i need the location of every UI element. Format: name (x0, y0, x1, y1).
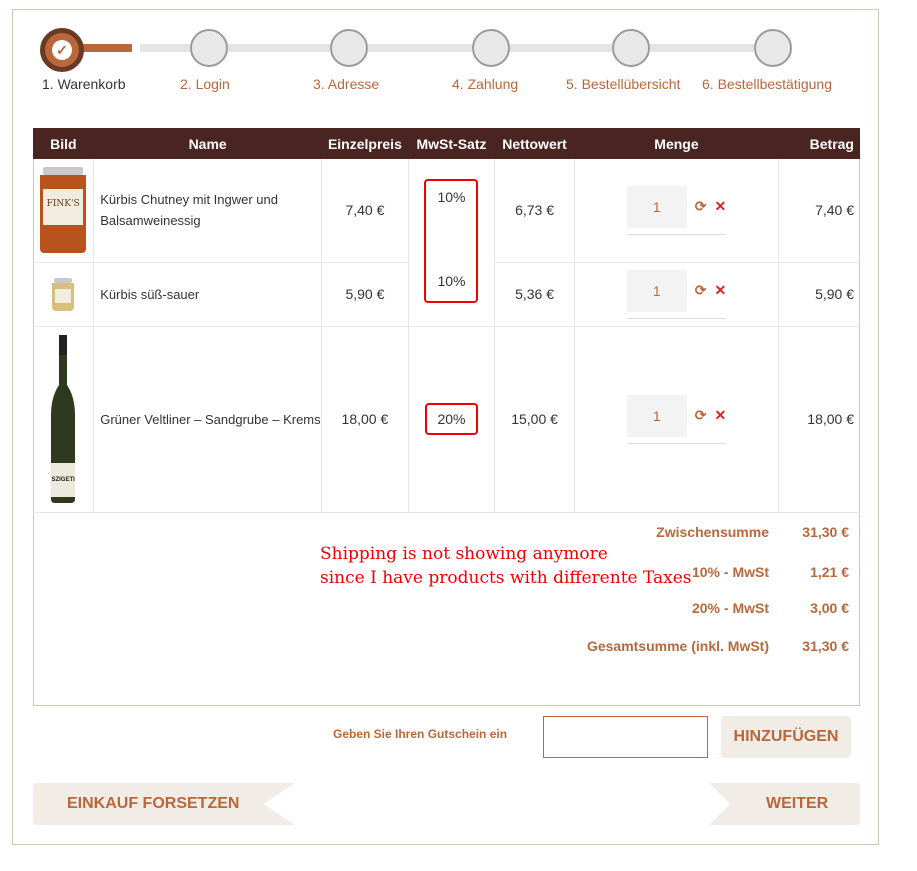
product-image-cell: SZIGETI (33, 326, 95, 513)
quantity-input[interactable] (626, 185, 687, 228)
next-label: WEITER (766, 795, 829, 812)
remove-icon[interactable]: ✕ (714, 198, 726, 215)
line-amount: 5,90 € (778, 262, 860, 327)
step-label-address[interactable]: 3. Adresse (313, 76, 379, 92)
tax-rate-cell: 20% (408, 326, 496, 513)
step-label-confirmation[interactable]: 6. Bestellbestätigung (702, 76, 832, 92)
net-value: 6,73 € (494, 159, 575, 263)
product-image-cell: FINK'S (33, 159, 95, 263)
step-label-login[interactable]: 2. Login (180, 76, 230, 92)
continue-shopping-label: EINKAUF FORSETZEN (67, 795, 240, 812)
tax-rate: 10% (437, 272, 466, 289)
quantity-cell: ⟳ ✕ (574, 326, 780, 513)
table-row: FINK'S Kürbis Chutney mit Ingwer und Bal… (33, 159, 860, 327)
tax20-value: 3,00 € (810, 600, 849, 616)
product-image-cell (33, 262, 95, 327)
col-header-tax-rate: MwSt-Satz (408, 128, 495, 159)
subtotal-label: Zwischensumme (656, 524, 769, 540)
table-row: SZIGETI Grüner Veltliner – Sandgrube – K… (33, 326, 860, 513)
product-image-wine[interactable]: SZIGETI (48, 335, 78, 503)
grand-total-label: Gesamtsumme (inkl. MwSt) (586, 638, 769, 654)
refresh-icon[interactable]: ⟳ (695, 407, 707, 424)
tax10-value: 1,21 € (810, 564, 849, 580)
jar-label-text: FINK'S (46, 199, 80, 210)
quantity-input[interactable] (626, 394, 687, 437)
line-amount: 7,40 € (778, 159, 860, 263)
step-3-circle[interactable] (330, 29, 368, 67)
tax10-label: 10% - MwSt (691, 564, 769, 580)
tax-highlight-box: 20% (425, 403, 478, 435)
col-header-name: Name (93, 128, 322, 159)
refresh-icon[interactable]: ⟳ (695, 198, 707, 215)
step-line (650, 44, 754, 52)
step-6-circle[interactable] (754, 29, 792, 67)
step-line (510, 44, 612, 52)
col-header-image: Bild (33, 128, 94, 159)
tax-rate: 20% (437, 411, 466, 427)
cart-table: Bild Name Einzelpreis MwSt-Satz Nettower… (33, 128, 860, 513)
tax-rate-cell: 10% 10% (408, 159, 496, 327)
step-5-circle[interactable] (612, 29, 650, 67)
step-line (368, 44, 472, 52)
product-name[interactable]: Grüner Veltliner – Sandgrube – Krems (93, 326, 323, 513)
col-header-amount: Betrag (778, 128, 860, 159)
coupon-input[interactable] (543, 716, 708, 758)
quantity-input[interactable] (626, 269, 687, 312)
check-icon: ✓ (56, 41, 68, 58)
remove-icon[interactable]: ✕ (714, 407, 726, 424)
product-image-kuerbis[interactable] (52, 277, 75, 311)
col-header-net: Nettowert (494, 128, 575, 159)
step-1-circle: ✓ (40, 28, 84, 72)
step-4-circle[interactable] (472, 29, 510, 67)
tax20-label: 20% - MwSt (691, 600, 769, 616)
subtotal-value: 31,30 € (802, 524, 849, 540)
unit-price: 5,90 € (321, 262, 409, 327)
step-label-cart: 1. Warenkorb (42, 76, 126, 92)
step-label-overview[interactable]: 5. Bestellübersicht (566, 76, 680, 92)
step-2-circle[interactable] (190, 29, 228, 67)
checkout-steps: ✓ 1. Warenkorb 2. Login 3. Adresse 4. Za… (0, 0, 917, 110)
product-image-chutney[interactable]: FINK'S (40, 167, 87, 254)
net-value: 5,36 € (494, 262, 575, 327)
col-header-unit-price: Einzelpreis (321, 128, 409, 159)
tax-rate: 10% (437, 188, 466, 205)
continue-shopping-button[interactable]: EINKAUF FORSETZEN (33, 783, 295, 825)
col-header-quantity: Menge (574, 128, 779, 159)
next-button[interactable]: WEITER (709, 783, 860, 825)
net-value: 15,00 € (494, 326, 575, 513)
step-line (228, 44, 330, 52)
remove-icon[interactable]: ✕ (714, 282, 726, 299)
tax-highlight-box: 10% 10% (424, 178, 479, 303)
annotation-note: Shipping is not showing anymore since I … (320, 544, 692, 588)
grand-total-value: 31,30 € (802, 638, 849, 654)
quantity-cell: ⟳ ✕ (574, 159, 780, 263)
table-header-row: Bild Name Einzelpreis MwSt-Satz Nettower… (33, 128, 860, 159)
quantity-cell: ⟳ ✕ (574, 262, 780, 327)
unit-price: 18,00 € (321, 326, 409, 513)
line-amount: 18,00 € (778, 326, 860, 513)
coupon-label: Geben Sie Ihren Gutschein ein (333, 727, 508, 741)
add-coupon-button[interactable]: HINZUFÜGEN (721, 716, 851, 758)
unit-price: 7,40 € (321, 159, 409, 263)
product-name[interactable]: Kürbis Chutney mit Ingwer und Balsamwein… (93, 159, 323, 263)
step-label-payment[interactable]: 4. Zahlung (452, 76, 518, 92)
cart-table-container: Bild Name Einzelpreis MwSt-Satz Nettower… (33, 128, 860, 706)
product-name[interactable]: Kürbis süß-sauer (93, 262, 323, 327)
refresh-icon[interactable]: ⟳ (695, 282, 707, 299)
bottle-label-text: SZIGETI (51, 477, 75, 483)
